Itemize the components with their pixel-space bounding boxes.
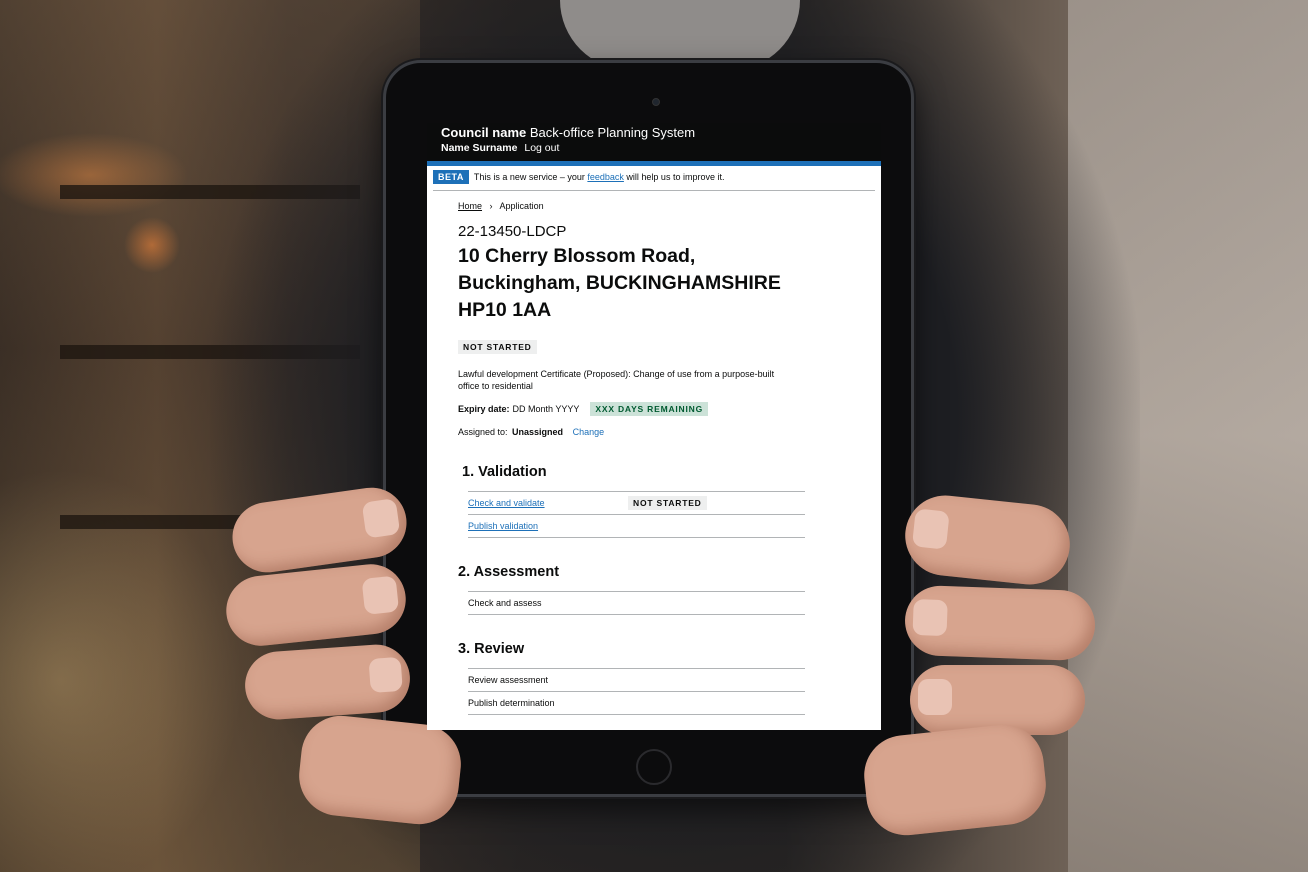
task-row: Review assessment (468, 669, 805, 692)
camera-icon (652, 98, 660, 106)
council-name: Council name (441, 125, 527, 140)
validation-task-list: Check and validate NOT STARTED Publish v… (468, 491, 805, 538)
beta-tag: BETA (433, 170, 469, 184)
review-task-list: Review assessment Publish determination (468, 668, 805, 715)
change-assignee-link[interactable]: Change (573, 427, 605, 437)
validation-section: 1. Validation Check and validate NOT STA… (458, 463, 881, 538)
header-title: Council name Back-office Planning System (441, 125, 881, 141)
assigned-label: Assigned to: (458, 427, 508, 437)
left-finger (242, 642, 413, 722)
beta-text-after: will help us to improve it. (623, 172, 725, 182)
application-reference: 22-13450-LDCP (458, 223, 567, 240)
main-content: Home › Application 22-13450-LDCP 10 Cher… (427, 201, 881, 715)
header-user: Name Surname Log out (441, 141, 881, 155)
review-section: 3. Review Review assessment Publish dete… (458, 640, 881, 715)
validation-heading: 1. Validation (462, 464, 547, 480)
beta-banner: BETA This is a new service – your feedbac… (433, 170, 875, 191)
chevron-right-icon: › (489, 201, 493, 211)
task-row: Publish validation (468, 515, 805, 538)
feedback-link[interactable]: feedback (587, 172, 624, 182)
system-name: Back-office Planning System (529, 125, 696, 140)
site-header: Council name Back-office Planning System… (427, 123, 881, 166)
expiry-value: DD Month YYYY (512, 404, 580, 414)
assessment-heading: 2. Assessment (458, 564, 560, 580)
publish-validation-link[interactable]: Publish validation (468, 521, 628, 531)
tablet-screen: Council name Back-office Planning System… (427, 123, 881, 730)
task-status-badge: NOT STARTED (628, 496, 707, 510)
task-row: Check and validate NOT STARTED (468, 492, 805, 515)
assigned-value: Unassigned (512, 427, 564, 437)
check-and-assess-item: Check and assess (468, 598, 542, 608)
publish-determination-item: Publish determination (468, 698, 555, 708)
assigned-row: Assigned to: Unassigned Change (458, 427, 881, 437)
breadcrumb-current: Application (499, 201, 544, 211)
right-finger (903, 584, 1097, 662)
assessment-task-list: Check and assess (468, 591, 805, 615)
beta-text-before: This is a new service – your (473, 172, 588, 182)
page-title: 10 Cherry Blossom Road, Buckingham, BUCK… (458, 245, 781, 321)
breadcrumb: Home › Application (458, 201, 881, 211)
status-badge: NOT STARTED (458, 340, 537, 354)
expiry-label: Expiry date: (458, 404, 510, 414)
task-row: Publish determination (468, 692, 805, 715)
user-name: Name Surname (441, 142, 518, 154)
breadcrumb-home[interactable]: Home (458, 201, 482, 211)
application-description: Lawful development Certificate (Proposed… (458, 369, 775, 391)
assessment-section: 2. Assessment Check and assess (458, 563, 881, 615)
expiry-row: Expiry date: DD Month YYYY XXX DAYS REMA… (458, 402, 881, 416)
right-palm (860, 720, 1050, 840)
days-remaining-badge: XXX DAYS REMAINING (590, 402, 709, 416)
check-and-validate-link[interactable]: Check and validate (468, 498, 628, 508)
task-row: Check and assess (468, 592, 805, 615)
review-heading: 3. Review (458, 641, 525, 657)
logout-link[interactable]: Log out (524, 142, 559, 154)
home-button[interactable] (636, 749, 672, 785)
review-assessment-item: Review assessment (468, 675, 549, 685)
